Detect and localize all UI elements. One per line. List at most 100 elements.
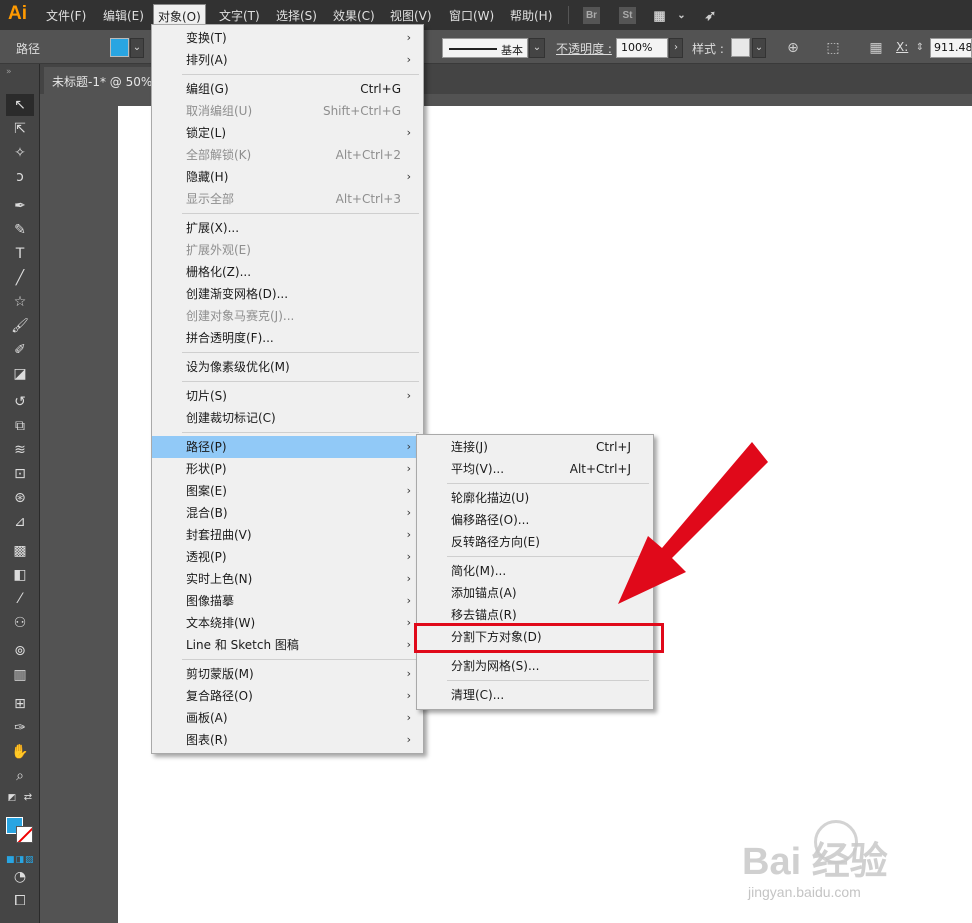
width-tool-icon[interactable]: ≋ — [6, 439, 34, 461]
watermark-main-text: Bai 经验 — [742, 841, 888, 883]
menu-item-clipping-mask[interactable]: 剪切蒙版(M) › — [152, 663, 423, 685]
stroke-style-chevron-icon[interactable]: ⌄ — [529, 38, 545, 58]
menu-item-pattern[interactable]: 图案(E) › — [152, 480, 423, 502]
artboard-tool-icon[interactable]: ⊞ — [6, 693, 34, 715]
menu-edit[interactable]: 编辑(E) — [103, 7, 144, 24]
menu-item-rasterize[interactable]: 栅格化(Z)... — [152, 261, 423, 283]
curvature-tool-icon[interactable]: ✎ — [6, 219, 34, 241]
default-colors-icon[interactable]: ◩ — [6, 792, 18, 804]
menu-item-line-sketch[interactable]: Line 和 Sketch 图稿 › — [152, 634, 423, 656]
selection-tool-icon[interactable]: ↖ — [6, 94, 34, 116]
opacity-arrow-icon[interactable]: › — [669, 38, 683, 58]
symbol-sprayer-tool-icon[interactable]: ⊚ — [6, 640, 34, 662]
menu-item-path[interactable]: 路径(P) › — [152, 436, 423, 458]
menu-item-compound-path[interactable]: 复合路径(O) › — [152, 685, 423, 707]
object-menu: 变换(T) › 排列(A) › 编组(G) Ctrl+G 取消编组(U) Shift+C… — [151, 24, 424, 754]
paintbrush-tool-icon[interactable]: 🖌 — [6, 315, 34, 337]
opacity-input[interactable]: 100% — [616, 38, 668, 58]
fill-dropdown[interactable]: ⌄ — [130, 38, 144, 58]
lasso-tool-icon[interactable]: ↄ — [6, 166, 34, 188]
menu-item-perspective[interactable]: 透视(P) › — [152, 546, 423, 568]
rotate-tool-icon[interactable]: ↺ — [6, 391, 34, 413]
chevron-down-icon[interactable]: ⌄ — [673, 7, 690, 24]
menu-file[interactable]: 文件(F) — [46, 7, 86, 24]
stroke-profile-dropdown[interactable]: 基本 — [442, 38, 528, 58]
bridge-icon[interactable]: Br — [583, 7, 600, 24]
menu-item-expand[interactable]: 扩展(X)... — [152, 217, 423, 239]
column-graph-tool-icon[interactable]: ▥ — [6, 664, 34, 686]
menu-item-gradient-mesh[interactable]: 创建渐变网格(D)... — [152, 283, 423, 305]
free-transform-tool-icon[interactable]: ⊡ — [6, 463, 34, 485]
menu-item-graph[interactable]: 图表(R) › — [152, 729, 423, 751]
line-tool-icon[interactable]: ╱ — [6, 267, 34, 289]
stock-icon[interactable]: St — [619, 7, 636, 24]
scale-tool-icon[interactable]: ⧉ — [6, 415, 34, 437]
menu-item-expand-appearance[interactable]: 扩展外观(E) — [152, 239, 423, 261]
mesh-tool-icon[interactable]: ▩ — [6, 540, 34, 562]
shape-builder-tool-icon[interactable]: ⊛ — [6, 487, 34, 509]
graphic-style-swatch[interactable] — [731, 38, 750, 57]
menu-select[interactable]: 选择(S) — [276, 7, 317, 24]
menu-item-group[interactable]: 编组(G) Ctrl+G — [152, 78, 423, 100]
perspective-grid-tool-icon[interactable]: ⊿ — [6, 511, 34, 533]
menu-item-lock[interactable]: 锁定(L) › — [152, 122, 423, 144]
style-chevron-icon[interactable]: ⌄ — [752, 38, 766, 58]
submenu-item-split-into-grid[interactable]: 分割为网格(S)... — [417, 655, 653, 677]
magic-wand-tool-icon[interactable]: ✧ — [6, 142, 34, 164]
menu-help[interactable]: 帮助(H) — [510, 7, 552, 24]
menu-item-envelope-distort[interactable]: 封套扭曲(V) › — [152, 524, 423, 546]
menu-item-shape[interactable]: 形状(P) › — [152, 458, 423, 480]
opacity-label[interactable]: 不透明度 : — [556, 40, 612, 57]
menu-item-artboards[interactable]: 画板(A) › — [152, 707, 423, 729]
menu-item-transform[interactable]: 变换(T) › — [152, 27, 423, 49]
menu-item-hide[interactable]: 隐藏(H) › — [152, 166, 423, 188]
fill-color-swatch[interactable] — [110, 38, 129, 57]
menu-separator — [182, 432, 419, 433]
submenu-item-clean-up[interactable]: 清理(C)... — [417, 684, 653, 706]
star-tool-icon[interactable]: ☆ — [6, 291, 34, 313]
rocket-icon[interactable]: ➶ — [702, 7, 719, 24]
slice-tool-icon[interactable]: ✑ — [6, 717, 34, 739]
menu-item-ungroup[interactable]: 取消编组(U) Shift+Ctrl+G — [152, 100, 423, 122]
stroke-color-box[interactable] — [16, 826, 33, 843]
drawing-mode-icon[interactable]: ◔ — [6, 866, 34, 888]
menu-window[interactable]: 窗口(W) — [449, 7, 494, 24]
menu-effect[interactable]: 效果(C) — [333, 7, 375, 24]
reference-point-icon[interactable]: ▦ — [866, 38, 886, 58]
workspace-grid-icon[interactable]: ▦ — [651, 7, 668, 24]
menu-item-pixel-perfect[interactable]: 设为像素级优化(M) — [152, 356, 423, 378]
menu-item-unlock-all[interactable]: 全部解锁(K) Alt+Ctrl+2 — [152, 144, 423, 166]
swap-colors-icon[interactable]: ⇄ — [22, 792, 34, 804]
menu-view[interactable]: 视图(V) — [390, 7, 432, 24]
menu-item-text-wrap[interactable]: 文本绕排(W) › — [152, 612, 423, 634]
eraser-tool-icon[interactable]: ◪ — [6, 363, 34, 385]
hand-tool-icon[interactable]: ✋ — [6, 741, 34, 763]
menu-item-image-trace[interactable]: 图像描摹 › — [152, 590, 423, 612]
panel-collapse-icon[interactable]: » — [6, 67, 34, 77]
pen-tool-icon[interactable]: ✒ — [6, 195, 34, 217]
annotation-arrow-icon — [618, 442, 768, 604]
menu-type[interactable]: 文字(T) — [219, 7, 260, 24]
align-selection-icon[interactable]: ⬚ — [823, 38, 843, 58]
menu-item-live-paint[interactable]: 实时上色(N) › — [152, 568, 423, 590]
menu-item-blend[interactable]: 混合(B) › — [152, 502, 423, 524]
menu-item-crop-marks[interactable]: 创建裁切标记(C) — [152, 407, 423, 429]
menu-item-slice[interactable]: 切片(S) › — [152, 385, 423, 407]
eyedropper-tool-icon[interactable]: ⁄ — [6, 588, 34, 610]
screen-mode-icon[interactable]: ⧠ — [6, 890, 34, 912]
x-position-input[interactable]: 911.48 — [930, 38, 972, 58]
recolor-globe-icon[interactable]: ⊕ — [783, 38, 803, 58]
menu-item-flatten-transparency[interactable]: 拼合透明度(F)... — [152, 327, 423, 349]
type-tool-icon[interactable]: T — [6, 243, 34, 265]
gradient-tool-icon[interactable]: ◧ — [6, 564, 34, 586]
blob-brush-tool-icon[interactable]: ✐ — [6, 339, 34, 361]
menu-item-arrange[interactable]: 排列(A) › — [152, 49, 423, 71]
menu-item-show-all[interactable]: 显示全部 Alt+Ctrl+3 — [152, 188, 423, 210]
zoom-tool-icon[interactable]: ⌕ — [6, 765, 34, 787]
menu-item-object-mosaic[interactable]: 创建对象马赛克(J)... — [152, 305, 423, 327]
blend-tool-icon[interactable]: ⚇ — [6, 612, 34, 634]
tools-panel: » ↖ ⇱ ✧ ↄ ✒ ✎ T ╱ ☆ 🖌 ✐ ◪ ↺ ⧉ ≋ ⊡ ⊛ ⊿ ▩ … — [0, 64, 40, 923]
x-stepper-icon[interactable]: ⇕ — [912, 38, 928, 58]
direct-selection-tool-icon[interactable]: ⇱ — [6, 118, 34, 140]
app-logo: Ai — [8, 3, 27, 24]
